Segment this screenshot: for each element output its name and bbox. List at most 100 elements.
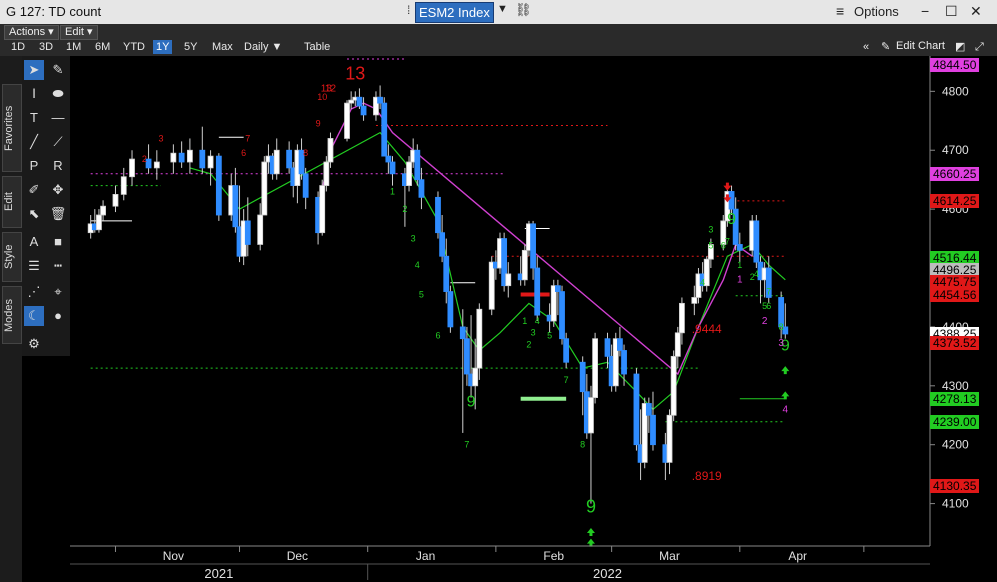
td-count-label: 4 <box>700 278 705 288</box>
td-count-label: 6 <box>241 148 246 158</box>
x-axis: Nov Dec Jan Feb Mar Apr 2021 2022 <box>70 545 930 581</box>
price-tag: 4130.35 <box>930 478 980 493</box>
edit-chart-icon[interactable]: ✎ <box>878 40 893 54</box>
candle-body <box>679 302 685 334</box>
candle-body <box>360 105 367 116</box>
candle-body <box>348 99 355 104</box>
candle-body <box>472 367 479 387</box>
candle-body <box>302 173 309 198</box>
td-count-label: 9 <box>316 119 321 129</box>
range-max[interactable]: Max <box>209 40 236 54</box>
candle-body <box>96 214 102 231</box>
candle-body <box>621 350 627 375</box>
candle-body <box>443 255 450 292</box>
window-title: G 127: TD count <box>6 4 102 19</box>
candle-body <box>534 267 541 316</box>
candle-body <box>633 373 640 446</box>
range-6m[interactable]: 6M <box>92 40 113 54</box>
td-count-label: .9444 <box>692 322 722 336</box>
candle-body <box>381 102 388 157</box>
ticker-dropdown-icon[interactable]: ▼ <box>497 3 508 15</box>
range-1y[interactable]: 1Y <box>153 40 173 54</box>
candle-body <box>476 308 483 369</box>
price-tag: 4844.50 <box>930 58 980 73</box>
options-menu-icon[interactable]: ≡ <box>836 3 844 19</box>
candle-body <box>592 338 598 398</box>
td-count-label: 8 <box>580 440 585 450</box>
range-1m[interactable]: 1M <box>63 40 84 54</box>
candle-body <box>319 185 326 234</box>
td-count-label: .8919 <box>692 469 722 483</box>
td-count-label: 4 <box>535 316 540 326</box>
ticker-field[interactable]: ESM2 Index <box>415 2 494 23</box>
maximize-icon[interactable]: ☐ <box>945 3 958 20</box>
minimize-icon[interactable]: − <box>921 3 929 19</box>
td-count-label: 3 <box>531 328 536 338</box>
candle-body <box>617 338 623 351</box>
td-count-label: 4 <box>754 269 759 279</box>
candle-body <box>488 261 495 310</box>
range-3d[interactable]: 3D <box>36 40 56 54</box>
td-count-label: 2 <box>526 340 531 350</box>
td-count-label: 6 <box>435 331 440 341</box>
expand-icon[interactable]: ⤢ <box>972 40 987 54</box>
candle-body <box>530 223 536 269</box>
td-count-label: 5 <box>419 289 424 299</box>
candle-body <box>435 196 441 234</box>
table-button[interactable]: Table <box>301 40 333 54</box>
candle-body <box>244 220 251 245</box>
edit-chart-button[interactable]: Edit Chart <box>896 40 945 52</box>
td-count-label: 7 <box>245 133 250 143</box>
candle-body <box>579 361 586 393</box>
td-count-label: 6 <box>766 301 771 311</box>
x-tick-label: Mar <box>659 549 680 563</box>
price-chart[interactable]: 131312109876321234567912345789345 6 7912 45… <box>0 56 997 582</box>
candle-body <box>112 194 119 207</box>
candle-body <box>232 185 239 228</box>
td-count-label: 7 <box>766 287 771 297</box>
td-count-label: 2 <box>762 316 768 327</box>
y-tick-label: 4200 <box>942 438 969 452</box>
td-count-label: 3 <box>708 225 713 235</box>
candle-body <box>356 96 363 107</box>
td-count-label: 3 <box>411 234 416 244</box>
candle-body <box>563 338 570 363</box>
candle-body <box>554 285 561 292</box>
candle-body <box>691 297 698 304</box>
actions-menu[interactable]: Actions ▾ <box>4 25 59 40</box>
range-5y[interactable]: 5Y <box>181 40 200 54</box>
collapse-icon[interactable]: « <box>860 40 872 54</box>
close-icon[interactable]: ✕ <box>970 3 982 20</box>
td-count-label: 4 <box>783 404 789 415</box>
drag-handle-icon[interactable]: ⁞ <box>407 3 410 17</box>
candle-body <box>129 158 135 178</box>
td-count-label: 7 <box>564 375 569 385</box>
x-tick-label: Dec <box>287 549 308 563</box>
candle-body <box>153 161 160 169</box>
td-count-label: 5 <box>708 241 713 251</box>
draw-icon[interactable]: ◩ <box>952 40 968 54</box>
candle-body <box>327 138 334 163</box>
td-count-label: 2 <box>142 154 147 164</box>
candle-body <box>257 214 264 245</box>
candle-body <box>199 149 206 169</box>
chart-toolbar: Actions ▾ Edit ▾ 1D 3D 1M 6M YTD 1Y 5Y M… <box>0 24 997 56</box>
options-button[interactable]: Options <box>854 4 899 19</box>
edit-menu[interactable]: Edit ▾ <box>60 25 98 40</box>
x-tick-label: Apr <box>788 549 807 563</box>
range-ytd[interactable]: YTD <box>120 40 148 54</box>
td-count-label: 7 <box>464 440 469 450</box>
td-count-label: 5 <box>547 331 552 341</box>
td-count-label: 10 <box>317 92 327 102</box>
candle-body <box>286 149 293 169</box>
price-tag: 4454.56 <box>930 287 980 302</box>
frequency-dropdown[interactable]: Daily ▼ <box>241 40 285 54</box>
td-count-label: 9 <box>467 393 476 410</box>
td-count-label: 2 <box>402 204 407 214</box>
x-tick-label: Jan <box>416 549 435 563</box>
link-icon[interactable]: ⛓ <box>515 2 532 18</box>
price-tag: 4278.13 <box>930 391 980 406</box>
price-tag: 4239.00 <box>930 414 980 429</box>
window-title-bar: G 127: TD count ⁞ ESM2 Index ▼ ⛓ ≡ Optio… <box>0 0 997 25</box>
range-1d[interactable]: 1D <box>8 40 28 54</box>
